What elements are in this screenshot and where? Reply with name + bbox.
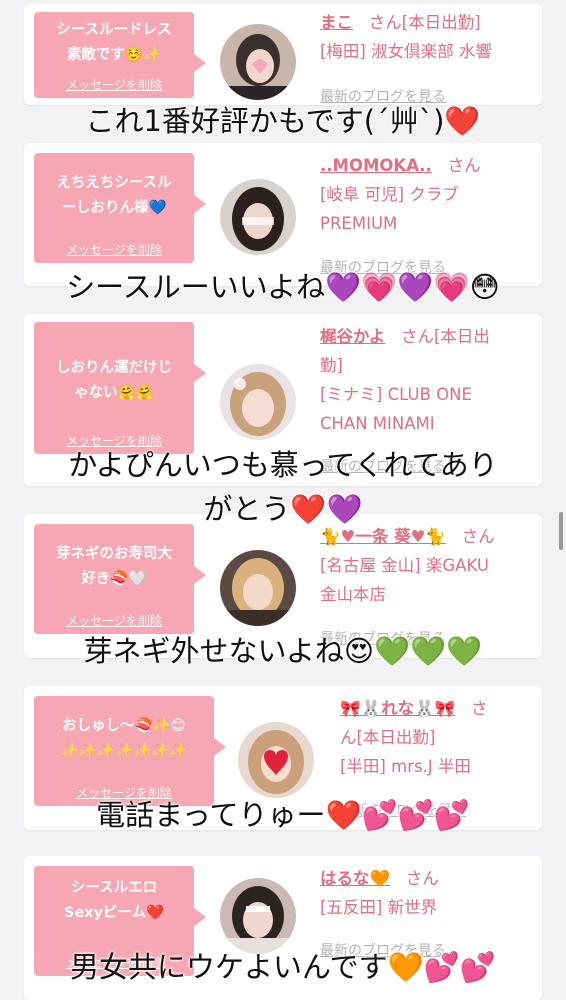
cast-status: さん[本日出勤] — [368, 13, 481, 32]
message-text-line: おしゅし〜🍣✨😊 — [62, 718, 186, 734]
avatar-photo — [220, 24, 296, 100]
avatar-photo — [220, 364, 296, 440]
cast-info: はるな🧡 さん [五反田] 新世界 — [320, 864, 536, 922]
cast-name-link[interactable]: ..MOMOKA.. — [320, 156, 432, 175]
message-card: シースルードレス 素敵です☺️✨ メッセージを削除 まこ さん[本日出勤] [梅… — [24, 4, 542, 105]
message-bubble: 芽ネギのお寿司大 好き🍣🤍 メッセージを削除 — [34, 524, 206, 634]
shop-info: [岐阜 可児] クラブ — [320, 185, 459, 204]
cast-status: さん[本日出 — [400, 327, 490, 346]
shop-info: [梅田] 淑女倶楽部 水響 — [320, 42, 492, 61]
message-bubble: えちえちシースル ーしおりん様💙 メッセージを削除 — [34, 153, 206, 263]
cast-status: ん[本日出勤] — [340, 728, 436, 747]
overlay-caption: 芽ネギ外せないよね😍💚💚💚 — [83, 634, 483, 668]
shop-info: [半田] mrs.J 半田 — [340, 757, 471, 776]
message-text-line: シースルードレス — [56, 22, 172, 38]
overlay-caption: シースルーいいよね💜💗💜💗😳 — [66, 270, 500, 304]
delete-message-link[interactable]: メッセージを削除 — [34, 614, 194, 628]
avatar-photo — [238, 722, 314, 798]
message-text-line: シースルエロ — [70, 880, 158, 896]
cast-info: ..MOMOKA.. さん [岐阜 可児] クラブ PREMIUM — [320, 151, 536, 238]
message-text-line: ✨✨✨✨✨✨✨ — [60, 743, 188, 759]
cast-name-link[interactable]: まこ — [320, 13, 353, 32]
cast-name-link[interactable]: 梶谷かよ — [320, 327, 385, 346]
scrollbar[interactable] — [559, 512, 563, 550]
cast-info: 🐈♥一条 葵♥🐈 さん [名古屋 金山] 楽GAKU 金山本店 — [320, 522, 536, 609]
message-text-line: 芽ネギのお寿司大 — [56, 546, 172, 562]
overlay-caption: かよぴんいつも慕ってくれてあり — [68, 448, 498, 482]
shop-info: [五反田] 新世界 — [320, 898, 438, 917]
avatar[interactable] — [220, 179, 296, 255]
message-text-line: Sexyビーム❤️ — [63, 905, 165, 921]
message-card: えちえちシースル ーしおりん様💙 メッセージを削除 ..MOMOKA.. さん … — [24, 143, 542, 286]
overlay-caption: 電話まってりゅー❤️💕💕💕 — [96, 798, 470, 832]
cast-status: 勤] — [320, 356, 343, 375]
shop-info: [名古屋 金山] 楽GAKU — [320, 556, 489, 575]
avatar[interactable] — [238, 722, 314, 798]
cast-info: 梶谷かよ さん[本日出 勤] [ミナミ] CLUB ONE CHAN MINAM… — [320, 322, 536, 438]
message-text-line: ゃない🤗🤗 — [74, 385, 154, 401]
avatar[interactable] — [220, 24, 296, 100]
shop-info: CHAN MINAMI — [320, 414, 435, 433]
cast-status: さん — [405, 869, 439, 888]
cast-status: さ — [470, 699, 488, 718]
avatar-photo — [220, 550, 296, 626]
message-text-line: えちえちシースル — [56, 175, 172, 191]
avatar[interactable] — [220, 550, 296, 626]
cast-info: 🎀🐰れな🐰🎀 さ ん[本日出勤] [半田] mrs.J 半田 — [340, 694, 536, 781]
delete-message-link[interactable]: メッセージを削除 — [34, 243, 194, 257]
cast-info: まこ さん[本日出勤] [梅田] 淑女倶楽部 水響 — [320, 8, 536, 66]
shop-info: 金山本店 — [320, 585, 386, 604]
overlay-caption: これ1番好評かもです(´艸`)❤️ — [85, 104, 481, 138]
cast-name-link[interactable]: 🎀🐰れな🐰🎀 — [340, 699, 455, 718]
cast-status: さん — [447, 156, 481, 175]
overlay-caption: 男女共にウケよいんです🧡💕💕 — [70, 950, 496, 984]
message-bubble: シースルードレス 素敵です☺️✨ メッセージを削除 — [34, 12, 206, 98]
message-text-line: ーしおりん様💙 — [61, 200, 167, 216]
shop-info: PREMIUM — [320, 214, 398, 233]
message-text-line: 素敵です☺️✨ — [66, 47, 162, 63]
message-text-line: しおりん運だけじ — [56, 360, 172, 376]
message-text-line: 好き🍣🤍 — [81, 571, 147, 587]
avatar[interactable] — [220, 364, 296, 440]
message-bubble: しおりん運だけじ ゃない🤗🤗 メッセージを削除 — [34, 322, 206, 454]
avatar-photo — [220, 179, 296, 255]
cast-name-link[interactable]: はるな🧡 — [320, 869, 390, 888]
avatar-photo — [220, 878, 296, 954]
overlay-caption: がとう❤️💜 — [203, 492, 363, 526]
shop-info: [ミナミ] CLUB ONE — [320, 385, 472, 404]
delete-message-link[interactable]: メッセージを削除 — [34, 78, 194, 92]
avatar[interactable] — [220, 878, 296, 954]
message-bubble: おしゅし〜🍣✨😊 ✨✨✨✨✨✨✨ メッセージを削除 — [34, 696, 226, 806]
